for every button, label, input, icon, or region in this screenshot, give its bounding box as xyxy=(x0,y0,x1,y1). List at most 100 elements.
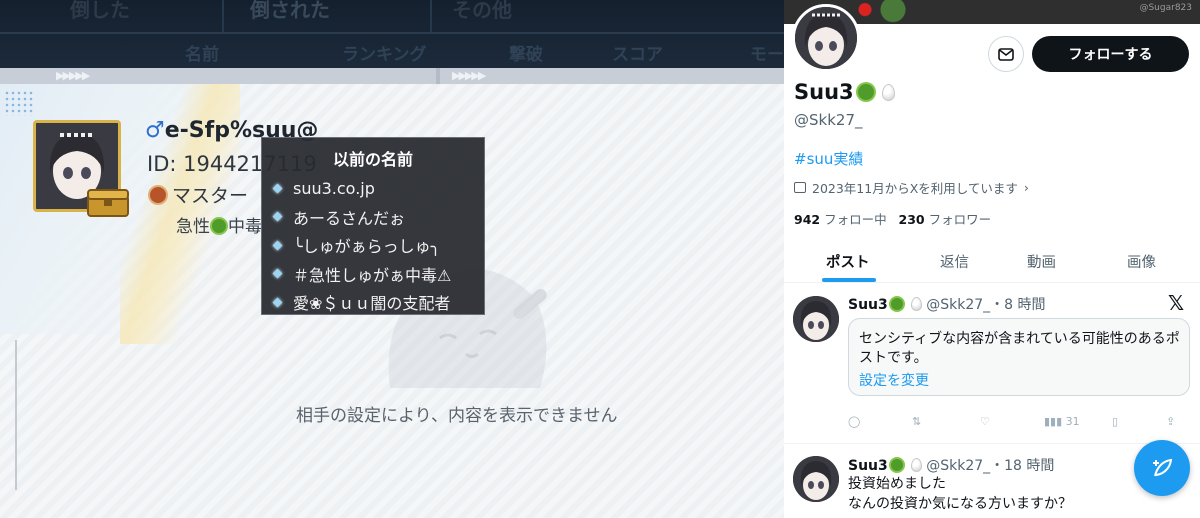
tab-defeated-by[interactable]: 倒された xyxy=(250,0,330,23)
previous-name-item: ╰しゅがぁらっしゅ╮ xyxy=(272,231,451,260)
egg-icon xyxy=(910,297,922,311)
male-icon: ♂ xyxy=(145,118,165,143)
status-suffix: 中毒 xyxy=(228,217,262,237)
player-status: 急性 中毒 xyxy=(176,212,262,237)
hidden-content-message: 相手の設定により、内容を表示できません xyxy=(296,406,618,426)
diamond-icon xyxy=(272,183,283,194)
tab-replies[interactable]: 返信 xyxy=(940,240,969,283)
header-divider xyxy=(0,32,784,34)
chest-icon xyxy=(87,189,129,217)
tab-videos[interactable]: 動画 xyxy=(1027,240,1056,283)
tab-separator xyxy=(222,0,224,34)
game-panel: 倒した 倒された その他 名前 ランキング 撃破 スコア モー ▶▶▶▶▶ ▶▶… xyxy=(0,0,784,518)
sensitive-warning: センシティブな内容が含まれている可能性のあるポストです。 xyxy=(859,331,1180,366)
post-author-name[interactable]: Suu3 xyxy=(848,297,888,313)
virus-icon xyxy=(857,84,874,100)
reply-icon[interactable]: ◯ xyxy=(848,415,860,428)
virus-icon xyxy=(890,298,903,310)
arrow-bar: ▶▶▶▶▶ ▶▶▶▶▶ xyxy=(0,68,784,84)
previous-name-item: あーるさんだぉ xyxy=(272,203,451,232)
post-header: Suu3 @Skk27_・8 時間 xyxy=(848,294,1046,314)
following-label[interactable]: フォロー中 xyxy=(824,212,887,227)
post-text-line: なんの投資か気になる方いますか？ xyxy=(848,496,1072,512)
column-score: スコア xyxy=(612,45,663,65)
profile-handle: @Skk27_ xyxy=(794,111,863,129)
message-button[interactable] xyxy=(988,36,1024,72)
post-avatar[interactable] xyxy=(793,456,839,502)
display-name: Suu3 xyxy=(794,80,895,104)
hashtag-link[interactable]: #suu実績 xyxy=(794,148,863,169)
player-rank: マスター xyxy=(148,181,248,208)
joined-text: 2023年11月からXを利用しています xyxy=(812,181,1018,196)
game-header: 倒した 倒された その他 名前 ランキング 撃破 スコア モー xyxy=(0,0,784,68)
dots-decoration xyxy=(4,90,34,116)
views-icon[interactable]: ▮▮▮ 31 xyxy=(1044,415,1080,428)
tab-images[interactable]: 画像 xyxy=(1127,240,1156,283)
tab-separator xyxy=(430,0,432,34)
joined-date[interactable]: 2023年11月からXを利用しています › xyxy=(794,178,1029,197)
diamond-icon xyxy=(272,268,283,279)
mail-icon xyxy=(998,47,1014,61)
compose-post-button[interactable] xyxy=(1134,440,1190,496)
post-body: 投資始めました なんの投資か気になる方いますか？ xyxy=(848,474,1072,514)
tab-other[interactable]: その他 xyxy=(452,0,512,23)
chevrons-icon: ▶▶▶▶▶ xyxy=(56,69,90,82)
profile-avatar[interactable] xyxy=(792,4,860,72)
compose-feather-icon xyxy=(1153,458,1173,477)
diamond-icon xyxy=(272,211,283,222)
calendar-icon xyxy=(794,182,806,193)
bar-marker xyxy=(436,68,440,84)
sensitive-content-box: センシティブな内容が含まれている可能性のあるポストです。 設定を変更 xyxy=(848,318,1190,396)
post-divider xyxy=(784,443,1200,444)
previous-name-text: あーるさんだぉ xyxy=(293,208,406,228)
previous-name-text: 愛❀＄ｕｕ闇の支配者 xyxy=(293,294,451,314)
post-author-handle[interactable]: @Skk27_ xyxy=(926,458,990,474)
share-icon[interactable]: ⇪ xyxy=(1166,415,1175,428)
tooltip-title: 以前の名前 xyxy=(332,150,413,169)
rank-badge-icon xyxy=(148,185,168,205)
column-ranking: ランキング xyxy=(342,45,427,65)
previous-names-tooltip: 以前の名前 suu3.co.jp あーるさんだぉ ╰しゅがぁらっしゅ╮ ＃急性し… xyxy=(261,137,485,315)
virus-icon xyxy=(890,459,903,471)
decor-line xyxy=(15,340,17,490)
post-time[interactable]: ・8 時間 xyxy=(990,297,1045,313)
status-prefix: 急性 xyxy=(176,217,210,237)
previous-name-item: ＃急性しゅがぁ中毒⚠ xyxy=(272,260,452,289)
egg-icon xyxy=(881,84,895,101)
profile-tabs: ポスト 返信 動画 画像 xyxy=(784,240,1200,283)
views-count: 31 xyxy=(1065,415,1080,428)
column-name: 名前 xyxy=(185,45,219,65)
chevrons-icon: ▶▶▶▶▶ xyxy=(452,69,486,82)
post-header: Suu3 @Skk27_・18 時間 xyxy=(848,455,1054,475)
follow-button[interactable]: フォローする xyxy=(1032,36,1189,72)
post-actions: ◯ ⇅ ♡ ▮▮▮ 31 ▯ ⇪ xyxy=(848,415,1178,433)
previous-names-list: suu3.co.jp あーるさんだぉ ╰しゅがぁらっしゅ╮ ＃急性しゅがぁ中毒⚠… xyxy=(272,174,452,317)
post-author-name[interactable]: Suu3 xyxy=(848,458,888,474)
banner-watermark: @Sugar823 xyxy=(1139,3,1192,13)
follow-counts: 942 フォロー中 230 フォロワー xyxy=(794,209,991,228)
previous-name-text: ╰しゅがぁらっしゅ╮ xyxy=(293,237,441,257)
chevron-right-icon: › xyxy=(1023,180,1029,195)
diamond-icon xyxy=(272,240,283,251)
previous-name-text: suu3.co.jp xyxy=(293,178,375,198)
post-time[interactable]: ・18 時間 xyxy=(990,458,1054,474)
following-count[interactable]: 942 xyxy=(794,212,820,227)
egg-icon xyxy=(910,458,922,472)
change-settings-link[interactable]: 設定を変更 xyxy=(859,370,929,390)
tab-defeated[interactable]: 倒した xyxy=(70,0,130,23)
previous-name-text: ＃急性しゅがぁ中毒⚠ xyxy=(293,265,452,285)
followers-label[interactable]: フォロワー xyxy=(929,212,992,227)
column-kills: 撃破 xyxy=(509,45,543,65)
post-avatar[interactable] xyxy=(793,296,839,342)
like-icon[interactable]: ♡ xyxy=(980,415,990,428)
bookmark-icon[interactable]: ▯ xyxy=(1112,415,1118,428)
post-author-handle[interactable]: @Skk27_ xyxy=(926,297,990,313)
active-tab-indicator xyxy=(822,278,876,282)
diamond-icon xyxy=(272,297,283,308)
repost-icon[interactable]: ⇅ xyxy=(912,415,921,428)
previous-name-item: 愛❀＄ｕｕ闇の支配者 xyxy=(272,288,451,317)
previous-name-item: suu3.co.jp xyxy=(272,174,451,203)
tab-posts[interactable]: ポスト xyxy=(826,240,870,283)
followers-count[interactable]: 230 xyxy=(899,212,925,227)
virus-icon xyxy=(212,219,226,233)
